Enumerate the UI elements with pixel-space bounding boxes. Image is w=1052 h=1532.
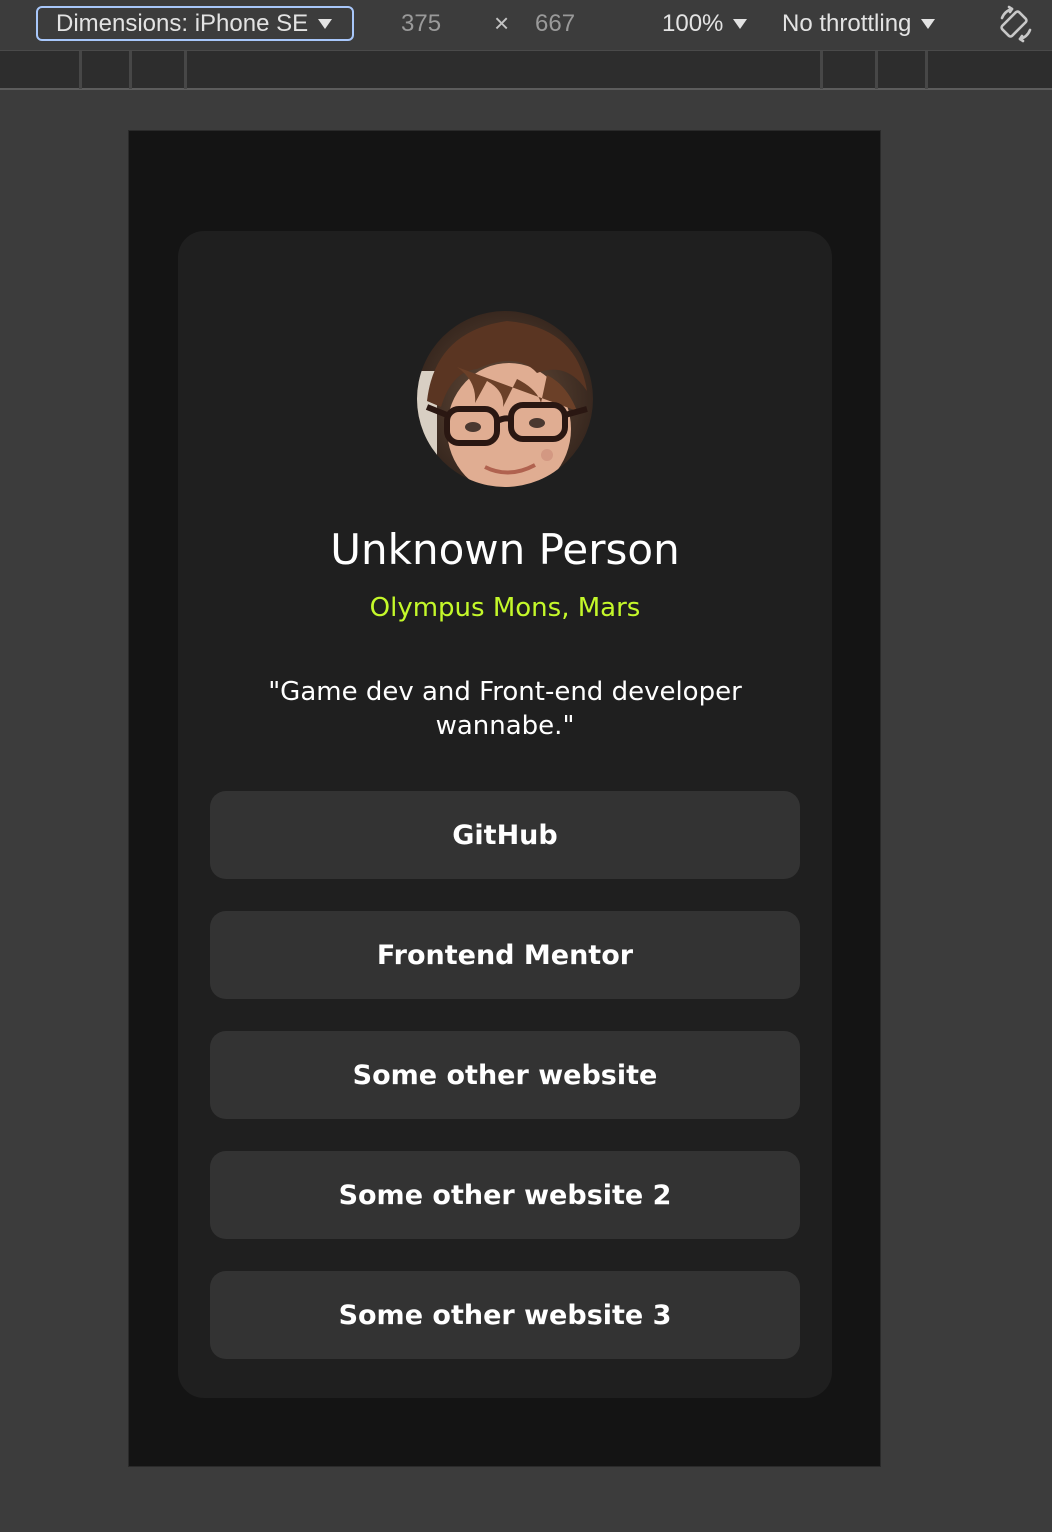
link-button-label: Some other website 3 <box>338 1299 672 1331</box>
device-select-label: Dimensions: iPhone SE <box>56 9 309 37</box>
media-query-marker[interactable] <box>820 51 823 89</box>
chevron-down-icon <box>318 18 333 29</box>
avatar <box>417 311 593 487</box>
chevron-down-icon <box>921 19 936 29</box>
viewport-width-input[interactable]: 375 <box>401 10 441 38</box>
profile-bio: "Game dev and Front-end developer wannab… <box>268 677 742 741</box>
profile-name: Unknown Person <box>330 525 680 574</box>
profile-location: Olympus Mons, Mars <box>369 593 641 623</box>
zoom-label: 100% <box>662 10 724 37</box>
profile-card: Unknown Person Olympus Mons, Mars "Game … <box>178 231 832 1398</box>
media-query-marker[interactable] <box>129 51 132 89</box>
link-button-label: Some other website 2 <box>338 1179 672 1211</box>
link-button-other-website-3[interactable]: Some other website 3 <box>210 1271 800 1359</box>
chevron-down-icon <box>733 19 748 29</box>
device-select-dropdown[interactable]: Dimensions: iPhone SE <box>36 6 354 41</box>
link-button-other-website[interactable]: Some other website <box>210 1031 800 1119</box>
link-button-label: GitHub <box>452 819 558 851</box>
media-query-marker[interactable] <box>79 51 82 89</box>
avatar-photo <box>417 311 593 487</box>
rotate-icon[interactable] <box>996 4 1036 44</box>
link-button-other-website-2[interactable]: Some other website 2 <box>210 1151 800 1239</box>
link-button-label: Frontend Mentor <box>376 939 634 971</box>
device-viewport: Unknown Person Olympus Mons, Mars "Game … <box>129 131 880 1466</box>
social-links: GitHub Frontend Mentor Some other websit… <box>210 791 800 1391</box>
media-query-bar <box>0 50 1052 90</box>
viewport-height-input[interactable]: 667 <box>535 10 575 38</box>
zoom-dropdown[interactable]: 100% <box>662 10 748 38</box>
media-query-marker[interactable] <box>925 51 928 89</box>
link-button-frontend-mentor[interactable]: Frontend Mentor <box>210 911 800 999</box>
throttling-label: No throttling <box>782 10 912 37</box>
media-query-marker[interactable] <box>184 51 187 89</box>
media-query-marker[interactable] <box>875 51 878 89</box>
link-button-github[interactable]: GitHub <box>210 791 800 879</box>
dimension-separator: × <box>494 8 510 38</box>
link-button-label: Some other website <box>352 1059 658 1091</box>
device-toolbar: Dimensions: iPhone SE 375 × 667 100% No … <box>0 0 1052 50</box>
throttling-dropdown[interactable]: No throttling <box>782 10 936 38</box>
